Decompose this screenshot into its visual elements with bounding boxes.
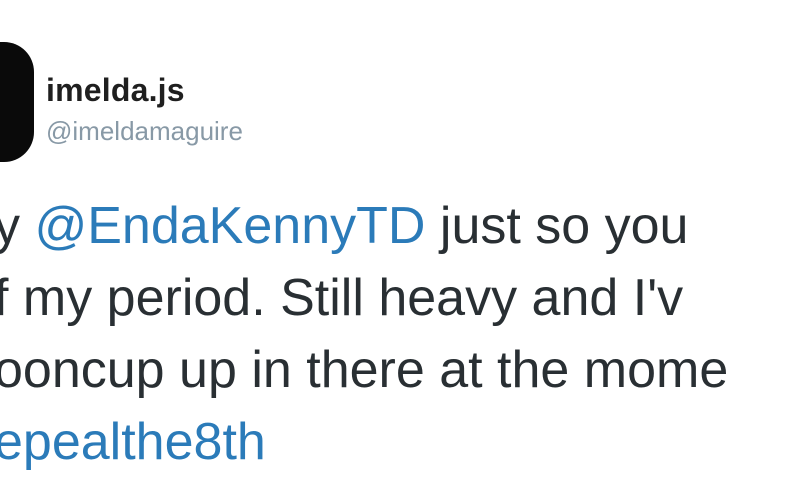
tweet-line-2: f my period. Still heavy and I'v: [0, 269, 684, 327]
tweet-text-fragment: y: [0, 197, 20, 255]
mention-link[interactable]: @EndaKennyTD: [34, 197, 425, 255]
tweet-line-4: epealthe8th: [0, 406, 800, 478]
tweet-text: y @EndaKennyTD just so you f my period. …: [0, 190, 800, 478]
hashtag-link[interactable]: epealthe8th: [0, 413, 266, 471]
tweet-line-3: ooncup up in there at the mome: [0, 341, 729, 399]
tweet-line-1: y @EndaKennyTD just so you: [0, 190, 800, 262]
user-handle[interactable]: @imeldamaguire: [46, 116, 243, 147]
avatar[interactable]: [0, 42, 34, 162]
tweet-card: imelda.js @imeldamaguire y @EndaKennyTD …: [0, 0, 800, 480]
tweet-text-fragment: just so you: [425, 197, 689, 255]
display-name[interactable]: imelda.js: [46, 72, 185, 109]
